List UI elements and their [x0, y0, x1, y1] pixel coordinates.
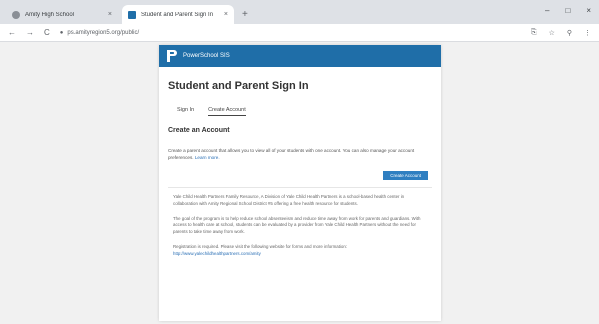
reload-icon[interactable]: C — [44, 28, 50, 37]
toolbar-icons: ⎘ ☆ ⚲ ⋮ — [531, 29, 591, 37]
tab-title: Amity High School — [25, 11, 75, 18]
browser-tab-strip: Amity High School × Student and Parent S… — [0, 0, 599, 24]
registration-link[interactable]: http://www.yalechildhealthpartners.com/a… — [173, 251, 261, 256]
powerschool-favicon-icon — [128, 10, 136, 19]
address-bar[interactable]: ● ps.amityregion5.org/public/ — [60, 30, 531, 36]
section-title: Create an Account — [168, 127, 230, 134]
brand-name: PowerSchool SIS — [183, 53, 230, 59]
install-icon[interactable]: ⎘ — [531, 29, 537, 37]
back-icon[interactable]: ← — [8, 28, 16, 37]
signin-card: PowerSchool SIS Student and Parent Sign … — [159, 45, 441, 321]
minimize-icon[interactable]: – — [545, 6, 549, 15]
menu-kebab-icon[interactable]: ⋮ — [584, 29, 591, 37]
info-paragraph-3: Registration is required. Please visit t… — [173, 244, 426, 258]
brand-header: PowerSchool SIS — [159, 45, 441, 67]
signin-tabs: Sign In Create Account — [177, 107, 441, 116]
browser-toolbar: ← → C ● ps.amityregion5.org/public/ ⎘ ☆ … — [0, 24, 599, 42]
registration-text: Registration is required. Please visit t… — [173, 243, 347, 249]
page-title: Student and Parent Sign In — [168, 80, 309, 92]
info-paragraph-2: The goal of the program is to help reduc… — [173, 215, 421, 235]
divider — [168, 187, 432, 188]
maximize-icon[interactable]: □ — [565, 6, 570, 15]
learn-more-link[interactable]: Learn more. — [195, 155, 220, 160]
url-text: ps.amityregion5.org/public/ — [67, 29, 140, 36]
powerschool-logo-icon — [167, 50, 177, 62]
create-account-button[interactable]: Create Account — [383, 171, 428, 180]
browser-tab-amity[interactable]: Amity High School × — [6, 5, 118, 24]
lead-text: Create a parent account that allows you … — [168, 148, 429, 161]
window-controls: – □ × — [545, 6, 591, 15]
browser-tab-signin[interactable]: Student and Parent Sign In × — [122, 5, 234, 24]
forward-icon[interactable]: → — [26, 28, 34, 37]
tab-title: Student and Parent Sign In — [141, 11, 214, 18]
page-viewport: PowerSchool SIS Student and Parent Sign … — [0, 42, 599, 324]
tab-close-icon[interactable]: × — [224, 11, 228, 18]
tab-close-icon[interactable]: × — [108, 11, 112, 18]
info-paragraph-1: Yale Child Health Partners Family Resour… — [173, 194, 405, 206]
tab-sign-in[interactable]: Sign In — [177, 107, 194, 116]
new-tab-button[interactable]: + — [242, 9, 248, 20]
close-window-icon[interactable]: × — [586, 6, 591, 15]
site-favicon-icon — [12, 10, 20, 19]
lock-icon: ● — [59, 29, 64, 36]
bookmark-star-icon[interactable]: ☆ — [549, 29, 555, 37]
profile-icon[interactable]: ⚲ — [567, 29, 572, 37]
button-row: Create Account — [159, 171, 428, 180]
tab-create-account[interactable]: Create Account — [208, 107, 246, 116]
